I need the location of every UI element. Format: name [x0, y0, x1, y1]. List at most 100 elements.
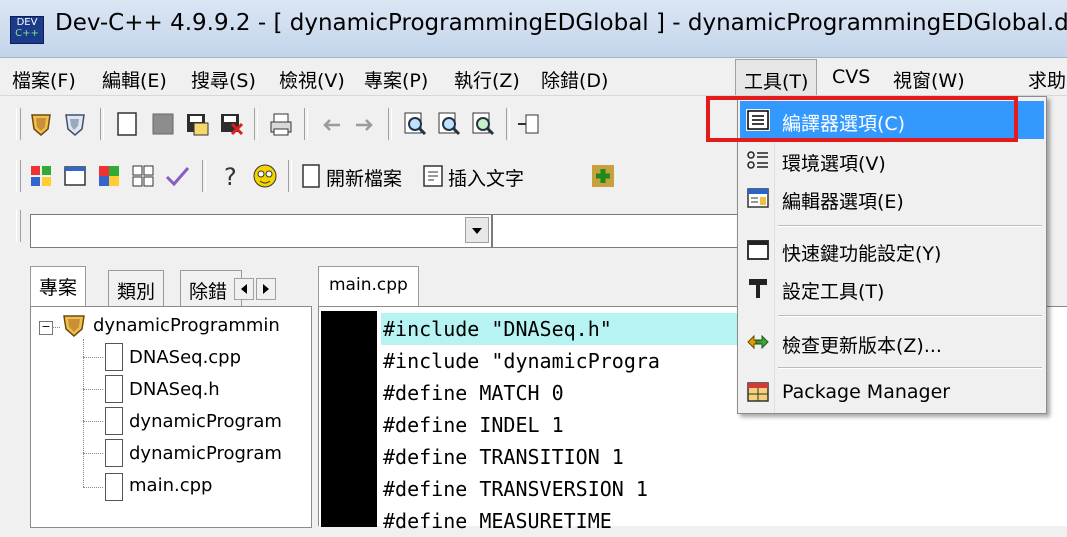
menu-item-label: 快速鍵功能設定(Y) — [782, 243, 942, 265]
toolbar-grip[interactable] — [16, 160, 21, 192]
replace-icon[interactable] — [436, 111, 462, 137]
class-combo[interactable] — [30, 214, 492, 248]
menu-search[interactable]: 搜尋(S) — [191, 66, 256, 93]
syntax-check-icon[interactable] — [164, 163, 190, 189]
menu-view[interactable]: 檢視(V) — [279, 66, 345, 93]
open-project-icon[interactable] — [28, 111, 54, 137]
run-icon[interactable] — [62, 163, 88, 189]
menu-window[interactable]: 視窗(W) — [893, 66, 965, 93]
toolbar-separator — [288, 160, 292, 192]
menu-edit[interactable]: 編輯(E) — [102, 66, 167, 93]
app-icon-label-top: DEV — [16, 17, 38, 28]
menu-item-package-manager[interactable]: Package Manager — [740, 373, 1044, 411]
insert-text-button[interactable]: 插入文字 — [448, 164, 524, 191]
undo-icon[interactable] — [318, 111, 344, 137]
check-update-icon — [746, 331, 770, 353]
toolbar-separator — [100, 108, 104, 140]
tree-file-item[interactable]: DNASeq.h — [129, 379, 220, 400]
tree-connector — [83, 389, 103, 390]
tab-main-cpp[interactable]: main.cpp — [318, 266, 419, 306]
goto-line-icon[interactable] — [514, 111, 540, 137]
shortcut-settings-icon — [746, 239, 770, 261]
menu-item-label: 設定工具(T) — [782, 281, 885, 303]
find-next-icon[interactable] — [470, 111, 496, 137]
tree-file-item[interactable]: main.cpp — [129, 475, 212, 496]
file-icon — [105, 343, 123, 371]
tree-file-item[interactable]: dynamicProgram — [129, 411, 282, 432]
tree-connector — [83, 453, 103, 454]
code-line[interactable]: #define TRANSITION 1 — [383, 441, 624, 473]
tab-class[interactable]: 類別 — [108, 270, 165, 306]
save-disabled-icon[interactable] — [150, 111, 176, 137]
menu-file[interactable]: 檔案(F) — [12, 66, 76, 93]
tab-project[interactable]: 專案 — [30, 266, 87, 306]
member-combo[interactable] — [492, 214, 754, 248]
add-to-project-icon[interactable] — [590, 163, 616, 189]
close-project-icon[interactable] — [62, 111, 88, 137]
tree-file-item[interactable]: DNASeq.cpp — [129, 347, 241, 368]
tree-file-item[interactable]: dynamicProgram — [129, 443, 282, 464]
collapse-icon[interactable]: − — [39, 321, 53, 335]
new-source-icon[interactable] — [298, 163, 324, 189]
toolbar-grip[interactable] — [16, 108, 21, 140]
toolbar-separator — [202, 160, 206, 192]
code-line[interactable]: #include "DNASeq.h" — [381, 313, 763, 345]
compile-run-icon[interactable] — [96, 163, 122, 189]
chevron-down-icon[interactable] — [465, 217, 489, 243]
save-all-icon[interactable] — [184, 111, 210, 137]
menu-execute[interactable]: 執行(Z) — [454, 66, 520, 93]
tree-project-root[interactable]: dynamicProgrammin — [93, 315, 280, 336]
print-icon[interactable] — [268, 111, 294, 137]
menu-separator — [778, 225, 1042, 227]
file-icon — [105, 375, 123, 403]
project-panel: 專案 類別 除錯 − dynamicProgrammin DNASeq.cpp … — [0, 262, 312, 528]
help-icon[interactable]: ? — [218, 163, 244, 191]
menu-item-label: 檢查更新版本(Z)... — [782, 335, 942, 357]
menu-item-environment-options[interactable]: 環境選項(V) — [740, 141, 1044, 179]
toolbar-separator — [254, 108, 258, 140]
new-file-button[interactable]: 開新檔案 — [326, 164, 402, 191]
redo-icon[interactable] — [352, 111, 378, 137]
tab-debug[interactable]: 除錯 — [180, 270, 242, 306]
code-line[interactable]: #define INDEL 1 — [383, 409, 564, 441]
tab-scroll-left-icon[interactable] — [234, 278, 254, 300]
tab-scroll-right-icon[interactable] — [256, 278, 276, 300]
title-bar: DEV C++ Dev-C++ 4.9.9.2 - [ dynamicProgr… — [0, 0, 1067, 58]
environment-options-icon — [746, 149, 770, 171]
menu-bar: 檔案(F) 編輯(E) 搜尋(S) 檢視(V) 專案(P) 執行(Z) 除錯(D… — [0, 58, 1067, 96]
menu-cvs[interactable]: CVS — [832, 66, 870, 88]
devcpp-app-icon[interactable]: DEV C++ — [10, 16, 44, 44]
menu-debug[interactable]: 除錯(D) — [541, 66, 608, 93]
insert-text-icon[interactable] — [420, 163, 446, 189]
window-title: Dev-C++ 4.9.9.2 - [ dynamicProgrammingED… — [55, 10, 1067, 36]
menu-item-label: 環境選項(V) — [782, 153, 886, 175]
close-file-icon[interactable] — [218, 111, 244, 137]
code-line[interactable]: #define MEASURETIME — [383, 505, 612, 537]
code-line[interactable]: #define MATCH 0 — [383, 377, 564, 409]
toolbar-separator — [506, 108, 510, 140]
menu-project[interactable]: 專案(P) — [364, 66, 428, 93]
hammer-icon — [746, 277, 770, 299]
menu-item-configure-tools[interactable]: 設定工具(T) — [740, 269, 1044, 307]
menu-item-check-update[interactable]: 檢查更新版本(Z)... — [740, 323, 1044, 361]
menu-item-shortcut-settings[interactable]: 快速鍵功能設定(Y) — [740, 231, 1044, 269]
code-line[interactable]: #include "dynamicProgra — [383, 345, 660, 377]
tools-dropdown-menu: 編譯器選項(C) 環境選項(V) 編輯器選項(E) 快速鍵功能設定(Y) 設定工… — [737, 96, 1047, 414]
find-icon[interactable] — [402, 111, 428, 137]
compile-icon[interactable] — [28, 163, 54, 189]
tree-connector — [83, 487, 103, 488]
tree-connector — [52, 327, 60, 328]
code-line[interactable]: #define TRANSVERSION 1 — [383, 473, 648, 505]
project-tree[interactable]: − dynamicProgrammin DNASeq.cpp DNASeq.h … — [30, 306, 312, 528]
menu-separator — [778, 315, 1042, 317]
menu-item-label: 編輯器選項(E) — [782, 191, 904, 213]
menu-item-editor-options[interactable]: 編輯器選項(E) — [740, 179, 1044, 217]
menu-help[interactable]: 求助 — [1028, 66, 1066, 93]
rebuild-all-icon[interactable] — [130, 163, 156, 189]
menu-tools[interactable]: 工具(T) — [735, 59, 818, 95]
line-number-gutter — [321, 311, 377, 527]
new-file-icon[interactable] — [114, 111, 140, 137]
toolbar-grip[interactable] — [16, 210, 21, 242]
toolbar-separator — [304, 108, 308, 140]
about-icon[interactable] — [252, 163, 278, 189]
